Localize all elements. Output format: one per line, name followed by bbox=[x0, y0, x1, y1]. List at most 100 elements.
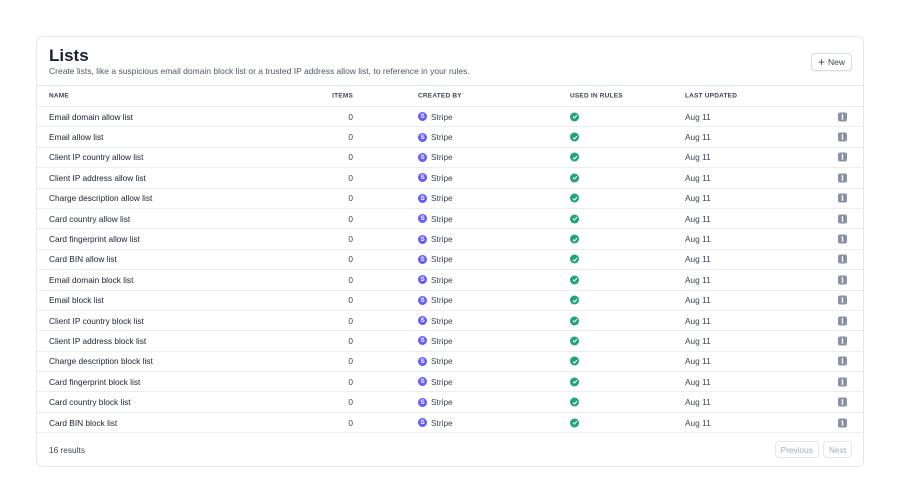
last-updated: Aug 11 bbox=[685, 254, 711, 265]
new-list-button[interactable]: + New bbox=[810, 53, 852, 71]
list-name[interactable]: Client IP country block list bbox=[49, 316, 144, 326]
col-last-updated[interactable]: LAST UPDATED bbox=[685, 93, 737, 100]
created-by: S Stripe bbox=[418, 356, 453, 366]
list-name[interactable]: Card country block list bbox=[49, 397, 131, 407]
table-row[interactable]: Email allow list 0 S Stripe Aug 11 i bbox=[37, 127, 863, 148]
table-row[interactable]: Email block list 0 S Stripe Aug 11 i bbox=[37, 291, 863, 311]
creator-name: Stripe bbox=[431, 274, 453, 285]
info-icon[interactable]: i bbox=[838, 397, 847, 407]
check-circle-icon bbox=[570, 234, 579, 244]
info-icon[interactable]: i bbox=[838, 234, 847, 244]
list-name[interactable]: Client IP country allow list bbox=[49, 152, 143, 162]
table-row[interactable]: Card BIN block list 0 S Stripe Aug 11 i bbox=[37, 413, 863, 434]
info-icon[interactable]: i bbox=[838, 377, 847, 387]
stripe-icon: S bbox=[418, 316, 427, 326]
info-icon[interactable]: i bbox=[838, 275, 847, 285]
table-row[interactable]: Email domain block list 0 S Stripe Aug 11… bbox=[37, 270, 863, 291]
stripe-icon: S bbox=[418, 173, 427, 183]
info-icon[interactable]: i bbox=[838, 152, 847, 162]
stripe-icon: S bbox=[418, 336, 427, 346]
last-updated: Aug 11 bbox=[685, 111, 711, 122]
table-row[interactable]: Client IP country allow list 0 S Stripe A… bbox=[37, 148, 863, 169]
info-icon[interactable]: i bbox=[838, 112, 847, 122]
creator-name: Stripe bbox=[431, 376, 453, 387]
table-row[interactable]: Card country allow list 0 S Stripe Aug 11… bbox=[37, 209, 863, 230]
last-updated: Aug 11 bbox=[685, 397, 711, 408]
table-row[interactable]: Client IP address block list 0 S Stripe A… bbox=[37, 331, 863, 352]
last-updated: Aug 11 bbox=[685, 417, 711, 428]
table-row[interactable]: Card country block list 0 S Stripe Aug 11… bbox=[37, 392, 863, 413]
stripe-icon: S bbox=[418, 132, 427, 142]
list-name[interactable]: Card country allow list bbox=[49, 214, 130, 224]
table-row[interactable]: Charge description block list 0 S Stripe … bbox=[37, 352, 863, 373]
list-name[interactable]: Card fingerprint block list bbox=[49, 377, 140, 387]
created-by: S Stripe bbox=[418, 193, 453, 203]
info-icon[interactable]: i bbox=[838, 316, 847, 326]
list-name[interactable]: Card fingerprint allow list bbox=[49, 234, 140, 244]
check-circle-icon bbox=[570, 214, 579, 224]
table-row[interactable]: Card BIN allow list 0 S Stripe Aug 11 i bbox=[37, 250, 863, 271]
check-circle-icon bbox=[570, 316, 579, 326]
lists-table: NAME ITEMS CREATED BY USED IN RULES LAST… bbox=[37, 85, 863, 434]
created-by: S Stripe bbox=[418, 254, 453, 264]
check-circle-icon bbox=[570, 254, 579, 264]
next-button[interactable]: Next bbox=[822, 441, 852, 458]
table-row[interactable]: Card fingerprint allow list 0 S Stripe Au… bbox=[37, 229, 863, 250]
info-icon[interactable]: i bbox=[838, 173, 847, 183]
table-row[interactable]: Client IP address allow list 0 S Stripe A… bbox=[37, 168, 863, 189]
col-name[interactable]: NAME bbox=[49, 93, 69, 100]
table-row[interactable]: Charge description allow list 0 S Stripe … bbox=[37, 189, 863, 209]
list-name[interactable]: Email allow list bbox=[49, 132, 103, 142]
col-items[interactable]: ITEMS bbox=[332, 93, 353, 100]
col-created-by[interactable]: CREATED BY bbox=[418, 93, 462, 100]
info-icon[interactable]: i bbox=[838, 193, 847, 203]
creator-name: Stripe bbox=[431, 111, 453, 122]
table-row[interactable]: Client IP country block list 0 S Stripe A… bbox=[37, 311, 863, 332]
list-name[interactable]: Client IP address block list bbox=[49, 336, 146, 346]
table-row[interactable]: Card fingerprint block list 0 S Stripe Au… bbox=[37, 372, 863, 393]
list-name[interactable]: Charge description block list bbox=[49, 356, 153, 366]
list-name[interactable]: Email domain allow list bbox=[49, 112, 133, 122]
stripe-icon: S bbox=[418, 418, 427, 428]
created-by: S Stripe bbox=[418, 112, 453, 122]
info-icon[interactable]: i bbox=[838, 356, 847, 366]
check-circle-icon bbox=[570, 336, 579, 346]
used-in-rules bbox=[570, 275, 579, 285]
list-items-count: 0 bbox=[348, 356, 353, 367]
creator-name: Stripe bbox=[431, 213, 453, 224]
list-name[interactable]: Charge description allow list bbox=[49, 193, 152, 203]
info-icon[interactable]: i bbox=[838, 254, 847, 264]
info-icon[interactable]: i bbox=[838, 132, 847, 142]
list-name[interactable]: Client IP address allow list bbox=[49, 173, 146, 183]
created-by: S Stripe bbox=[418, 316, 453, 326]
creator-name: Stripe bbox=[431, 254, 453, 265]
info-icon[interactable]: i bbox=[838, 336, 847, 346]
used-in-rules bbox=[570, 254, 579, 264]
created-by: S Stripe bbox=[418, 214, 453, 224]
created-by: S Stripe bbox=[418, 132, 453, 142]
info-icon[interactable]: i bbox=[838, 214, 847, 224]
used-in-rules bbox=[570, 173, 579, 183]
list-name[interactable]: Email block list bbox=[49, 295, 104, 305]
list-items-count: 0 bbox=[348, 417, 353, 428]
last-updated: Aug 11 bbox=[685, 152, 711, 163]
created-by: S Stripe bbox=[418, 275, 453, 285]
last-updated: Aug 11 bbox=[685, 295, 711, 306]
creator-name: Stripe bbox=[431, 132, 453, 143]
list-name[interactable]: Card BIN allow list bbox=[49, 254, 117, 264]
previous-button[interactable]: Previous bbox=[774, 441, 819, 458]
creator-name: Stripe bbox=[431, 193, 453, 204]
list-items-count: 0 bbox=[348, 172, 353, 183]
table-row[interactable]: Email domain allow list 0 S Stripe Aug 11… bbox=[37, 107, 863, 128]
used-in-rules bbox=[570, 356, 579, 366]
col-used-in-rules[interactable]: USED IN RULES bbox=[570, 93, 623, 100]
list-name[interactable]: Card BIN block list bbox=[49, 418, 117, 428]
info-icon[interactable]: i bbox=[838, 295, 847, 305]
created-by: S Stripe bbox=[418, 336, 453, 346]
list-name[interactable]: Email domain block list bbox=[49, 275, 133, 285]
check-circle-icon bbox=[570, 397, 579, 407]
info-icon[interactable]: i bbox=[838, 418, 847, 428]
creator-name: Stripe bbox=[431, 152, 453, 163]
check-circle-icon bbox=[570, 295, 579, 305]
creator-name: Stripe bbox=[431, 397, 453, 408]
